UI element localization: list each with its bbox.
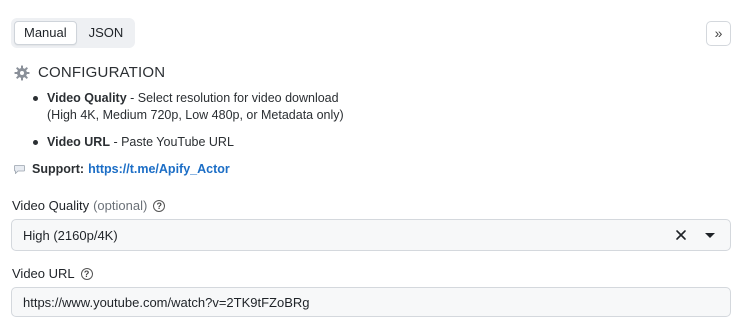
field-label-text: Video Quality <box>12 198 90 213</box>
video-url-label: Video URL ? <box>12 266 93 281</box>
list-item: Video Quality - Select resolution for vi… <box>30 90 344 124</box>
item-desc: - Paste YouTube URL <box>109 135 234 149</box>
item-desc: - Select resolution for video download <box>126 91 339 105</box>
help-icon[interactable]: ? <box>80 267 93 280</box>
list-item: Video URL - Paste YouTube URL <box>30 134 344 151</box>
chevron-down-icon[interactable] <box>705 232 715 238</box>
config-title: CONFIGURATION <box>38 64 166 81</box>
config-list: Video Quality - Select resolution for vi… <box>30 90 344 151</box>
field-label-text: Video URL <box>12 266 75 281</box>
input-mode-tabs: Manual JSON <box>11 18 136 48</box>
item-desc-2: (High 4K, Medium 720p, Low 480p, or Meta… <box>47 108 344 122</box>
collapse-button[interactable]: » <box>706 21 731 46</box>
config-heading: CONFIGURATION <box>14 64 165 81</box>
video-url-input[interactable] <box>11 287 731 317</box>
select-value: High (2160p/4K) <box>23 227 118 243</box>
support-line: Support: https://t.me/Apify_Actor <box>14 162 230 176</box>
support-label: Support: <box>32 162 85 176</box>
gear-icon <box>14 65 30 80</box>
tab-manual[interactable]: Manual <box>14 21 77 45</box>
video-quality-select[interactable]: High (2160p/4K) <box>11 219 731 251</box>
speech-bubble-icon <box>14 164 25 174</box>
support-link[interactable]: https://t.me/Apify_Actor <box>88 162 230 176</box>
item-name: Video URL <box>47 135 110 149</box>
item-name: Video Quality <box>47 91 127 105</box>
tab-json[interactable]: JSON <box>80 21 133 45</box>
clear-icon[interactable] <box>674 228 688 242</box>
video-quality-label: Video Quality (optional) ? <box>12 198 166 213</box>
optional-tag: (optional) <box>93 198 148 213</box>
help-icon[interactable]: ? <box>153 199 166 212</box>
